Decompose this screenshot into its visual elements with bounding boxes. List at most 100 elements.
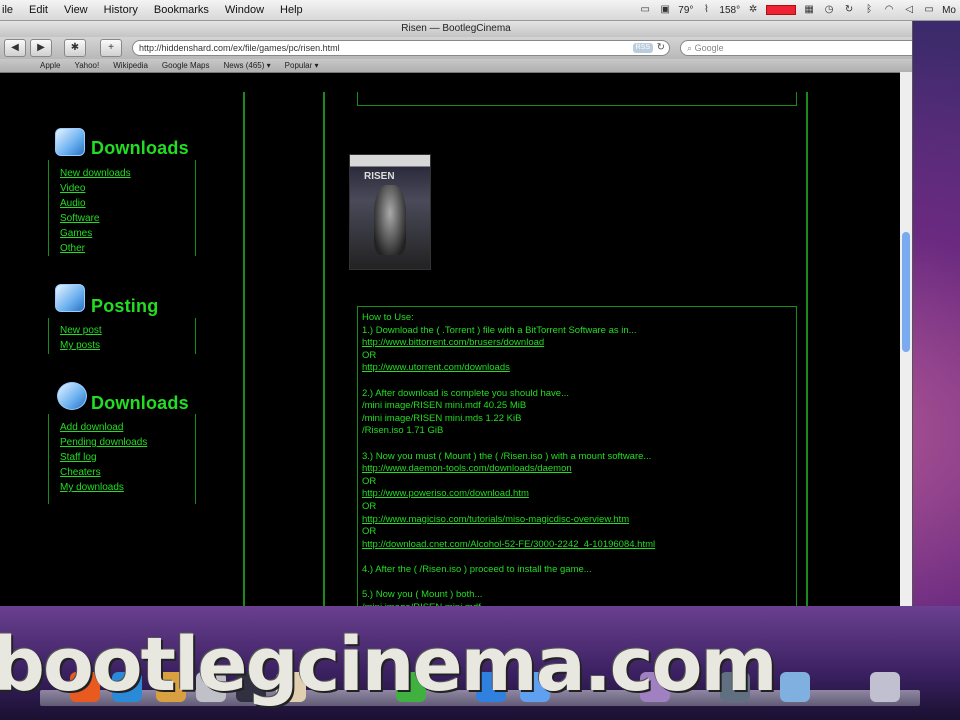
instruction-link[interactable]: http://www.bittorrent.com/brusers/downlo…: [362, 337, 792, 350]
instruction-link[interactable]: http://download.cnet.com/Alcohol-52-FE/3…: [362, 539, 792, 552]
menu-edit[interactable]: Edit: [21, 4, 56, 16]
watermark-text: bootlegcinema.com: [0, 622, 778, 708]
sidebar-link-cheaters[interactable]: Cheaters: [60, 467, 101, 478]
add-bookmark-button[interactable]: +: [100, 39, 122, 57]
disc-icon: [57, 382, 87, 410]
instruction-line: 5.) Now you ( Mount ) both...: [362, 589, 483, 601]
browser-window: Risen — BootlegCinema ◀ ▶ ✱ + http://hid…: [0, 20, 913, 606]
bookmark-wikipedia[interactable]: Wikipedia: [113, 61, 148, 70]
reload-icon[interactable]: ↻: [657, 41, 665, 55]
instructions-text: How to Use: 1.) Download the ( .Torrent )…: [362, 312, 792, 606]
battery-status-icon[interactable]: ▭: [922, 4, 936, 16]
instruction-line: 2.) After download is complete you shoul…: [362, 387, 570, 399]
instruction-line: [362, 551, 792, 564]
menu-file[interactable]: ile: [0, 4, 21, 16]
section-title-downloads-2: Downloads: [91, 393, 189, 413]
sidebar-link-new-post[interactable]: New post: [60, 325, 102, 336]
sidebar-link-software[interactable]: Software: [60, 213, 99, 224]
spaces-icon[interactable]: ▦: [802, 4, 816, 16]
forward-button[interactable]: ▶: [30, 39, 52, 57]
bookmark-news[interactable]: News (465) ▾: [224, 61, 271, 70]
instruction-link[interactable]: http://www.poweriso.com/download.htm: [362, 488, 792, 501]
sidebar-link-new-downloads[interactable]: New downloads: [60, 168, 131, 179]
instruction-link[interactable]: http://www.utorrent.com/downloads: [362, 362, 792, 375]
sync-icon[interactable]: ↻: [842, 4, 856, 16]
instruction-line: [362, 438, 792, 451]
battery-icon[interactable]: ▭: [638, 4, 652, 16]
sidebar-link-my-downloads[interactable]: My downloads: [60, 482, 124, 493]
instruction-line: 3.) Now you must ( Mount ) the ( /Risen.…: [362, 450, 652, 462]
volume-icon[interactable]: ◁: [902, 4, 916, 16]
instruction-line: OR: [362, 349, 377, 361]
clock-text[interactable]: Mo: [942, 5, 956, 16]
menu-view[interactable]: View: [56, 4, 96, 16]
wifi-icon[interactable]: ◠: [882, 4, 896, 16]
vertical-scrollbar[interactable]: [900, 72, 912, 606]
bookmark-popular[interactable]: Popular ▾: [285, 61, 319, 70]
monitor-icon: [55, 128, 85, 156]
temperature-1: 79°: [678, 4, 694, 16]
instruction-line: OR: [362, 500, 377, 512]
bookmark-yahoo[interactable]: Yahoo!: [74, 61, 99, 70]
layout-divider-1: [243, 92, 245, 606]
sidebar-link-pending-downloads[interactable]: Pending downloads: [60, 437, 147, 448]
instruction-line: /mini image/RISEN mini.mdf 40.25 MiB: [362, 400, 527, 412]
window-title: Risen — BootlegCinema: [401, 23, 511, 34]
search-field[interactable]: ⌕ Google: [680, 40, 912, 56]
gear-icon: ✱: [70, 42, 80, 53]
monitor-icon: [55, 284, 85, 312]
bookmarks-button[interactable]: ✱: [64, 39, 86, 57]
search-placeholder: Google: [694, 43, 724, 53]
bookmark-apple[interactable]: Apple: [40, 61, 60, 70]
window-titlebar[interactable]: Risen — BootlegCinema: [0, 20, 912, 37]
instruction-line: 4.) After the ( /Risen.iso ) proceed to …: [362, 563, 592, 575]
sidebar-link-games[interactable]: Games: [60, 228, 92, 239]
menu-bar: ile Edit View History Bookmarks Window H…: [0, 0, 960, 21]
menu-window[interactable]: Window: [217, 4, 272, 16]
address-url: http://hiddenshard.com/ex/file/games/pc/…: [139, 43, 340, 53]
cover-logo: RISEN: [364, 171, 395, 182]
sidebar-link-staff-log[interactable]: Staff log: [60, 452, 97, 463]
instruction-line: OR: [362, 526, 377, 538]
instruction-line: /mini image/RISEN mini.mds 1.22 KiB: [362, 412, 522, 424]
bluetooth-icon[interactable]: ᛒ: [862, 4, 876, 16]
top-info-box: [357, 92, 797, 106]
cover-figure: [374, 185, 406, 255]
thermometer-icon: ⌇: [703, 4, 709, 15]
bookmarks-bar: Apple Yahoo! Wikipedia Google Maps News …: [0, 59, 912, 73]
display-icon[interactable]: ▣: [658, 4, 672, 16]
browser-toolbar: ◀ ▶ ✱ + http://hiddenshard.com/ex/file/g…: [0, 37, 912, 59]
section-title-downloads: Downloads: [91, 138, 189, 158]
clock-menu-icon[interactable]: ◷: [822, 4, 836, 16]
instruction-link[interactable]: http://www.magiciso.com/tutorials/miso-m…: [362, 514, 792, 527]
sidebar-link-my-posts[interactable]: My posts: [60, 340, 100, 351]
search-icon: ⌕: [687, 43, 693, 53]
dock-app-icon[interactable]: [870, 672, 900, 702]
instruction-link[interactable]: http://www.daemon-tools.com/downloads/da…: [362, 463, 792, 476]
sidebar-link-video[interactable]: Video: [60, 183, 85, 194]
dock-app-icon[interactable]: [780, 672, 810, 702]
temperature-2: 158°: [719, 4, 741, 16]
section-title-posting: Posting: [91, 296, 159, 316]
instruction-line: OR: [362, 475, 377, 487]
fan-icon: ✲: [748, 4, 758, 15]
game-cover-image[interactable]: RISEN: [349, 154, 431, 270]
rss-badge[interactable]: RSS: [632, 43, 653, 53]
bookmark-google-maps[interactable]: Google Maps: [162, 61, 210, 70]
instruction-line: [362, 576, 792, 589]
sidebar-link-other[interactable]: Other: [60, 243, 85, 254]
instruction-line: 1.) Download the ( .Torrent ) file with …: [362, 324, 637, 336]
instruction-line: /Risen.iso 1.71 GiB: [362, 425, 444, 437]
sidebar-link-audio[interactable]: Audio: [60, 198, 86, 209]
address-bar[interactable]: http://hiddenshard.com/ex/file/games/pc/…: [132, 40, 670, 56]
sidebar-link-add-download[interactable]: Add download: [60, 422, 123, 433]
menu-bookmarks[interactable]: Bookmarks: [146, 4, 217, 16]
instruction-line: [362, 375, 792, 388]
menu-history[interactable]: History: [96, 4, 146, 16]
menu-help[interactable]: Help: [272, 4, 311, 16]
layout-divider-2: [323, 92, 325, 606]
cpu-meter: [766, 5, 797, 15]
scrollbar-thumb[interactable]: [902, 232, 910, 352]
back-button[interactable]: ◀: [4, 39, 26, 57]
instruction-line: How to Use:: [362, 312, 414, 323]
